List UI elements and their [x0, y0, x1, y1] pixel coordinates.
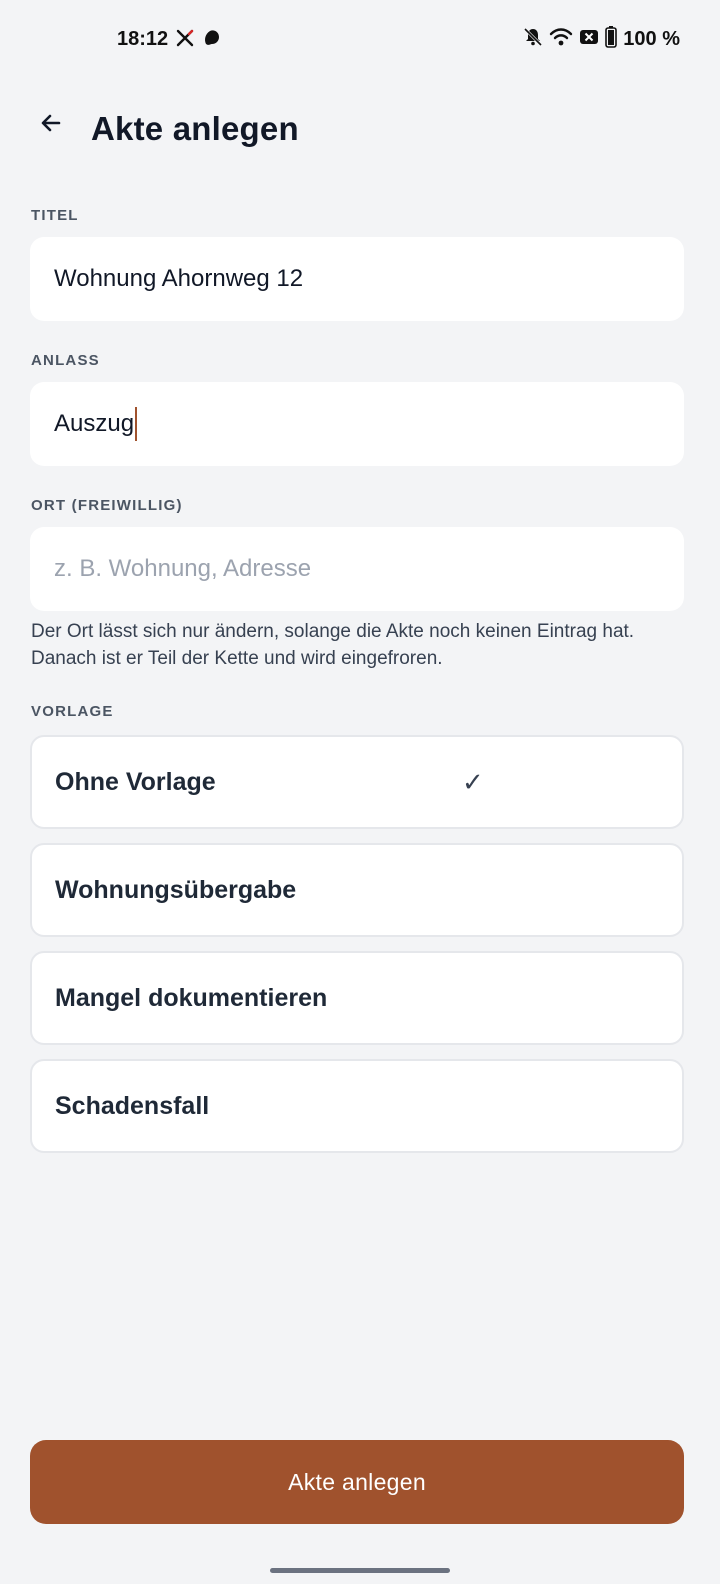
anlass-input[interactable]: Auszug [30, 382, 684, 466]
titel-label: TITEL [31, 207, 79, 224]
ort-input[interactable]: z. B. Wohnung, Adresse [30, 527, 684, 611]
titel-input[interactable]: Wohnung Ahornweg 12 [30, 237, 684, 321]
anlass-label: ANLASS [31, 352, 100, 369]
battery-icon [605, 26, 618, 53]
x-app-icon [176, 29, 194, 52]
vorlage-label: VORLAGE [31, 703, 114, 720]
page-title: Akte anlegen [91, 110, 299, 147]
status-bar: 18:12 100 % [0, 0, 720, 80]
template-option-wohnungsuebergabe[interactable]: Wohnungsübergabe [30, 843, 684, 937]
ort-input-placeholder: z. B. Wohnung, Adresse [54, 555, 312, 582]
template-option-label: Wohnungsübergabe [55, 875, 297, 904]
app-header: Akte anlegen [0, 96, 720, 176]
template-option-label: Schadensfall [55, 1091, 210, 1120]
sim-off-icon [579, 28, 599, 51]
template-option-mangel-dokumentieren[interactable]: Mangel dokumentieren [30, 951, 684, 1045]
ort-label: ORT (FREIWILLIG) [31, 497, 183, 514]
home-indicator[interactable] [270, 1568, 450, 1573]
arrow-left-icon [39, 111, 63, 140]
status-right-icons: 100 % [523, 26, 680, 53]
check-icon: ✓ [462, 766, 484, 797]
create-file-button[interactable]: Akte anlegen [30, 1440, 684, 1524]
template-option-schadensfall[interactable]: Schadensfall [30, 1059, 684, 1153]
battery-percentage: 100 % [623, 28, 680, 50]
ort-hint: Der Ort lässt sich nur ändern, solange d… [31, 621, 635, 669]
titel-input-value: Wohnung Ahornweg 12 [54, 265, 304, 292]
text-cursor [135, 407, 138, 441]
status-left-icons [176, 28, 222, 53]
template-option-label: Ohne Vorlage [55, 767, 216, 796]
status-time: 18:12 [117, 28, 169, 50]
notification-app-icon [202, 28, 222, 53]
anlass-input-value: Auszug [54, 410, 135, 437]
wifi-icon [549, 27, 573, 52]
template-option-label: Mangel dokumentieren [55, 983, 328, 1012]
template-option-ohne-vorlage[interactable]: Ohne Vorlage ✓ [30, 735, 684, 829]
back-button[interactable] [26, 100, 76, 150]
bell-off-icon [523, 27, 543, 52]
